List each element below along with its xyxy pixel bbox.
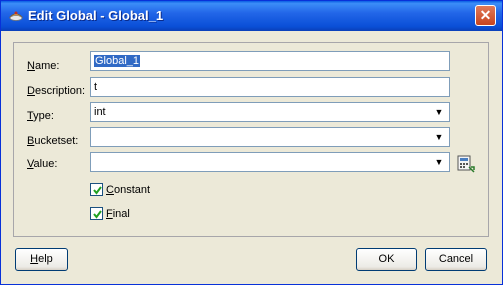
checkbox-check-icon[interactable] — [90, 183, 103, 196]
name-field[interactable]: Global_1 — [90, 51, 450, 71]
expression-builder-icon[interactable] — [457, 155, 475, 173]
ok-button[interactable]: OK — [356, 248, 417, 271]
close-icon: ✕ — [479, 7, 492, 23]
value-label: Value: — [27, 158, 58, 170]
checkbox-check-icon[interactable] — [90, 207, 103, 220]
constant-checkbox[interactable]: Constant — [90, 183, 150, 196]
name-value: Global_1 — [94, 55, 141, 67]
close-button[interactable]: ✕ — [475, 5, 496, 26]
cancel-button[interactable]: Cancel — [425, 248, 487, 271]
description-label: Description: — [27, 85, 86, 97]
constant-label: Constant — [106, 183, 151, 196]
chevron-down-icon[interactable]: ▼ — [431, 129, 447, 145]
app-icon — [8, 8, 24, 24]
type-select[interactable]: int ▼ — [90, 102, 450, 122]
value-select[interactable]: ▼ — [90, 152, 450, 172]
description-field[interactable]: t — [90, 77, 450, 97]
bucketset-select[interactable]: ▼ — [90, 127, 450, 147]
bucketset-label: Bucketset: — [27, 135, 79, 147]
chevron-down-icon[interactable]: ▼ — [431, 104, 447, 120]
help-button[interactable]: Help — [15, 248, 68, 271]
final-checkbox[interactable]: Final — [90, 207, 130, 220]
description-value: t — [94, 81, 98, 93]
form-panel: Name: Global_1 Description: t Type: int … — [13, 42, 489, 237]
edit-global-dialog: Edit Global - Global_1 ✕ Name: Global_1 … — [0, 0, 503, 285]
chevron-down-icon[interactable]: ▼ — [431, 154, 447, 170]
type-value: int — [94, 106, 106, 118]
name-label: Name: — [27, 60, 60, 72]
dialog-title: Edit Global - Global_1 — [28, 8, 164, 23]
type-label: Type: — [27, 110, 54, 122]
final-label: Final — [106, 207, 130, 220]
title-bar[interactable]: Edit Global - Global_1 ✕ — [1, 1, 502, 31]
